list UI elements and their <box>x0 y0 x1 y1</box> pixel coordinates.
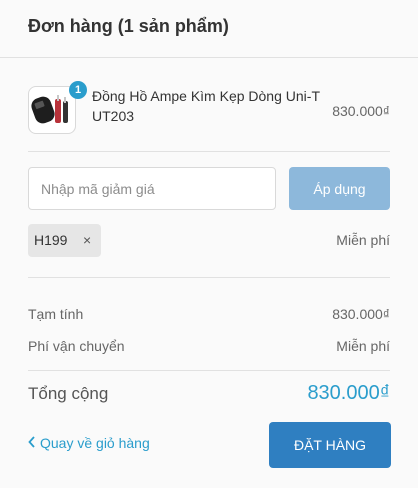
product-photo-icon <box>31 95 68 124</box>
place-order-button[interactable]: ĐẶT HÀNG <box>269 422 391 468</box>
product-thumbnail: 1 <box>28 81 87 134</box>
applied-discount-code: H199 <box>34 232 68 248</box>
back-to-cart-label: Quay về giỏ hàng <box>40 435 150 451</box>
subtotal-label: Tạm tính <box>28 306 84 322</box>
order-summary-header: Đơn hàng (1 sản phẩm) <box>0 0 418 58</box>
quantity-badge: 1 <box>69 81 87 99</box>
close-icon[interactable]: × <box>83 232 91 248</box>
divider <box>28 370 390 371</box>
product-price: 830.000₫ <box>332 103 390 119</box>
order-title: Đơn hàng (1 sản phẩm) <box>28 16 229 36</box>
subtotal-value: 830.000₫ <box>332 306 390 322</box>
discount-code-input[interactable] <box>28 167 276 210</box>
cart-line-item: 1 Đồng Hồ Ampe Kìm Kẹp Dòng Uni-T UT203 … <box>28 81 390 138</box>
apply-discount-button[interactable]: Áp dụng <box>289 167 390 210</box>
divider <box>28 151 390 152</box>
shipping-label: Phí vận chuyển <box>28 338 125 354</box>
chevron-left-icon <box>28 435 36 451</box>
total-label: Tổng cộng <box>28 384 109 403</box>
product-name: Đồng Hồ Ampe Kìm Kẹp Dòng Uni-T UT203 <box>92 88 320 124</box>
back-to-cart-link[interactable]: Quay về giỏ hàng <box>28 435 150 451</box>
discount-value: Miễn phí <box>336 232 390 248</box>
divider <box>28 277 390 278</box>
shipping-value: Miễn phí <box>336 338 390 354</box>
total-value: 830.000₫ <box>307 382 390 404</box>
applied-discount-tag: H199 × <box>28 224 101 257</box>
